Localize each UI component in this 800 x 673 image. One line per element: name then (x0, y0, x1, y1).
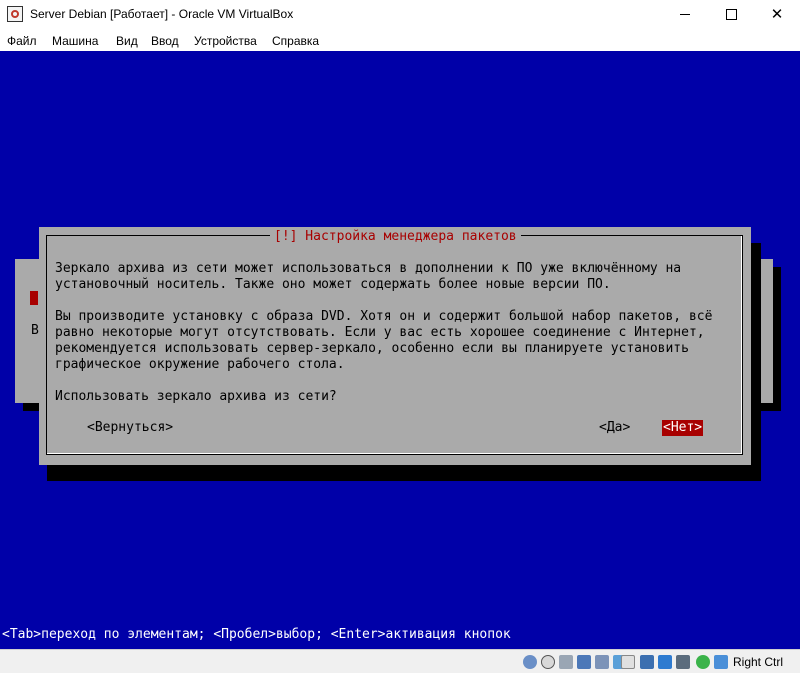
background-dialog-text: В (31, 323, 39, 338)
menu-view[interactable]: Вид (116, 34, 138, 48)
maximize-icon (725, 9, 737, 20)
background-dialog-shadow (773, 267, 781, 411)
dialog-title: [!] Настройка менеджера пакетов (270, 229, 521, 245)
close-icon: ✕ (770, 6, 784, 23)
video-capture-icon[interactable] (640, 655, 654, 669)
no-button[interactable]: <Нет> (662, 420, 704, 436)
virtualbox-icon (7, 6, 23, 22)
close-button[interactable]: ✕ (754, 0, 800, 29)
audio-icon[interactable] (559, 655, 573, 669)
menu-devices[interactable]: Устройства (194, 34, 257, 48)
menu-machine[interactable]: Машина (52, 34, 98, 48)
dialog-paragraph-2: Вы производите установку с образа DVD. Х… (55, 309, 713, 372)
statusbar: Right Ctrl (0, 649, 800, 673)
menu-file[interactable]: Файл (7, 34, 37, 48)
hard-disk-icon[interactable] (523, 655, 537, 669)
window-titlebar: Server Debian [Работает] - Oracle VM Vir… (0, 0, 800, 31)
minimize-button[interactable] (662, 0, 708, 29)
keyboard-icon[interactable] (714, 655, 728, 669)
menubar: Файл Машина Вид Ввод Устройства Справка (0, 31, 800, 51)
network-icon[interactable] (577, 655, 591, 669)
dialog-paragraph-1: Зеркало архива из сети может использоват… (55, 261, 682, 292)
yes-button[interactable]: <Да> (599, 420, 630, 436)
mouse-integration-icon[interactable] (696, 655, 710, 669)
maximize-button[interactable] (708, 0, 754, 29)
dialog-question: Использовать зеркало архива из сети? (55, 389, 337, 404)
dialog-shadow-bottom (47, 465, 761, 481)
dialog-shadow (751, 243, 761, 481)
usb-icon[interactable] (595, 655, 609, 669)
virtualization-icon[interactable] (676, 655, 690, 669)
optical-drive-icon[interactable] (541, 655, 555, 669)
menu-help[interactable]: Справка (272, 34, 319, 48)
display-icon[interactable] (621, 655, 635, 669)
package-manager-dialog: [!] Настройка менеджера пакетов Зеркало … (39, 227, 751, 465)
background-selection-marker (30, 291, 38, 305)
window-title: Server Debian [Работает] - Oracle VM Vir… (30, 7, 294, 21)
installer-hint-bar: <Tab>переход по элементам; <Пробел>выбор… (2, 627, 511, 642)
menu-input[interactable]: Ввод (151, 34, 179, 48)
host-key-label: Right Ctrl (733, 655, 784, 669)
back-button[interactable]: <Вернуться> (87, 420, 173, 436)
minimize-icon (680, 14, 690, 15)
cpu-icon[interactable] (658, 655, 672, 669)
vm-screen[interactable]: В [!] Настройка менеджера пакетов Зеркал… (0, 51, 800, 649)
